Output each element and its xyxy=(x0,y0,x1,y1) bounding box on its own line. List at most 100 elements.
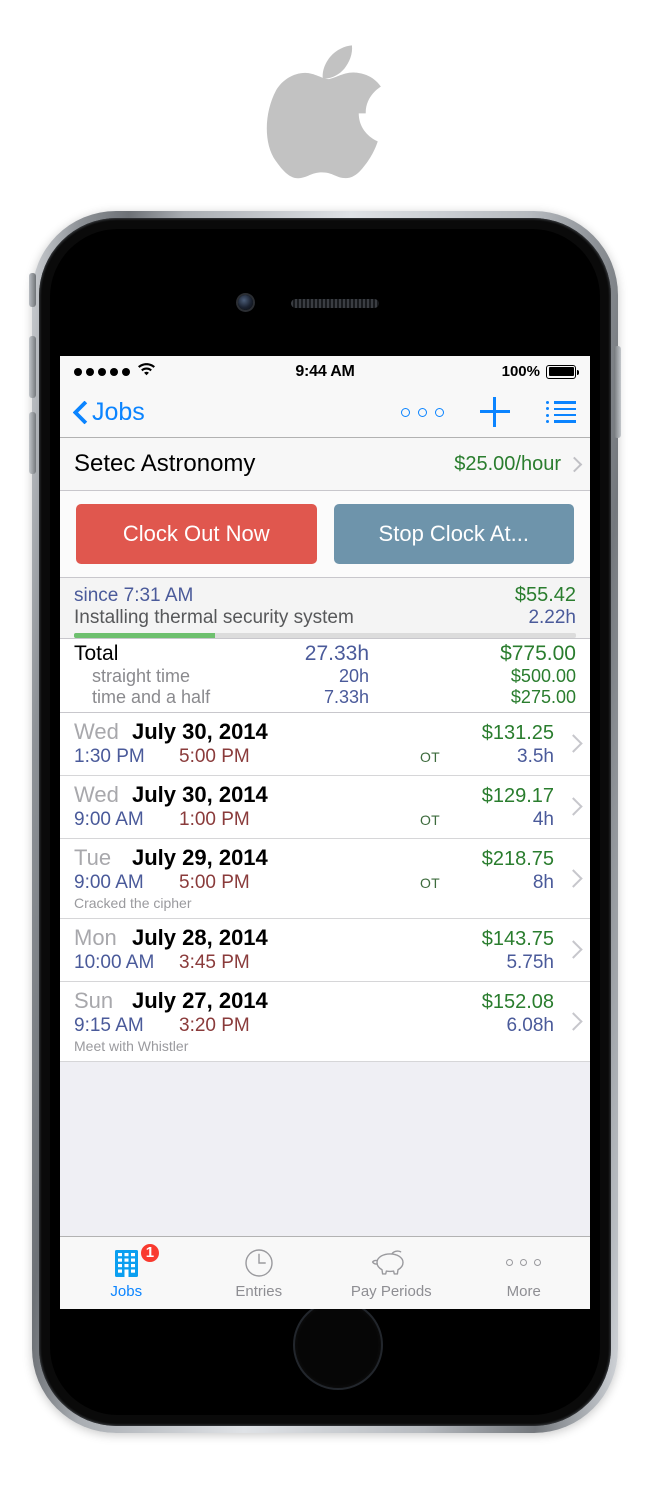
battery-icon xyxy=(546,364,579,379)
entry-content: Wed July 30, 2014 $129.17 9:00 AM 1:00 PM OT 4… xyxy=(74,782,554,831)
entry-content: Sun July 27, 2014 $152.08 9:15 AM 3:20 PM 6.0… xyxy=(74,988,554,1054)
job-hourly-rate: $25.00/hour xyxy=(454,452,561,475)
add-icon[interactable] xyxy=(480,397,510,427)
entry-day-of-week: Sun xyxy=(74,988,114,1013)
signal-strength-icon xyxy=(74,367,130,376)
totals-row-straight-time: straight time 20h $500.00 xyxy=(74,666,576,687)
active-entry-progress-bar xyxy=(74,633,576,638)
table-row[interactable]: Mon July 28, 2014 $143.75 10:00 AM 3:45 PM 5.… xyxy=(60,919,590,982)
totals-amount: $775.00 xyxy=(500,642,576,665)
status-bar-left xyxy=(74,362,156,381)
tab-entries[interactable]: Entries xyxy=(193,1237,326,1309)
entry-clock-out-time: 5:00 PM xyxy=(179,746,250,767)
chevron-right-icon xyxy=(564,797,583,816)
entry-day-of-week: Wed xyxy=(74,719,119,744)
entry-day-of-week: Mon xyxy=(74,925,117,950)
front-camera-icon xyxy=(238,295,253,310)
table-row[interactable]: Wed July 30, 2014 $129.17 9:00 AM 1:00 PM OT 4… xyxy=(60,776,590,839)
mute-switch[interactable] xyxy=(29,273,36,307)
job-header-row[interactable]: Setec Astronomy $25.00/hour xyxy=(60,438,590,491)
entry-hours: 4h xyxy=(532,809,554,830)
entry-clock-out-time: 5:00 PM xyxy=(179,872,250,893)
entry-note: Cracked the cipher xyxy=(74,895,192,911)
more-dots-icon xyxy=(506,1247,542,1279)
active-entry-hours: 2.22h xyxy=(528,607,576,628)
active-entry-row[interactable]: since 7:31 AM $55.42 Installing thermal … xyxy=(60,578,590,639)
entry-clock-in-time: 9:00 AM xyxy=(74,809,144,830)
entry-day-of-week: Wed xyxy=(74,782,119,807)
table-row[interactable]: Wed July 30, 2014 $131.25 1:30 PM 5:00 PM OT 3… xyxy=(60,713,590,776)
entry-clock-in-time: 10:00 AM xyxy=(74,952,155,973)
tab-label: Entries xyxy=(235,1282,283,1300)
table-row[interactable]: Tue July 29, 2014 $218.75 9:00 AM 5:00 PM OT 8… xyxy=(60,839,590,919)
entry-content: Tue July 29, 2014 $218.75 9:00 AM 5:00 PM OT 8… xyxy=(74,845,554,911)
tab-label: Pay Periods xyxy=(350,1282,432,1300)
more-dots-icon[interactable] xyxy=(401,407,444,417)
chevron-right-icon xyxy=(564,868,583,888)
tab-jobs[interactable]: 1 Jobs xyxy=(60,1237,193,1309)
nav-actions xyxy=(401,397,576,427)
back-button-label: Jobs xyxy=(92,397,145,426)
entry-clock-out-time: 1:00 PM xyxy=(179,809,250,830)
clock-out-now-button[interactable]: Clock Out Now xyxy=(76,504,317,564)
totals-amount: $500.00 xyxy=(510,666,576,686)
totals-amount: $275.00 xyxy=(510,687,576,707)
entry-date: July 29, 2014 xyxy=(132,845,268,870)
entry-date: July 30, 2014 xyxy=(132,719,268,744)
earpiece-speaker xyxy=(291,299,379,308)
entry-amount: $129.17 xyxy=(481,785,554,807)
screenshot-root: 9:44 AM 100% Jobs Setec Astronomy $25.00… xyxy=(0,0,650,1500)
power-button[interactable] xyxy=(614,346,621,438)
entry-day-of-week: Tue xyxy=(74,845,112,870)
battery-percent-label: 100% xyxy=(501,363,540,380)
entry-note: Meet with Whistler xyxy=(74,1038,189,1054)
entry-list: Wed July 30, 2014 $131.25 1:30 PM 5:00 PM OT 3… xyxy=(60,713,590,1062)
entry-amount: $218.75 xyxy=(481,848,554,870)
navigation-bar: Jobs xyxy=(60,387,590,438)
empty-list-area xyxy=(60,1062,590,1238)
volume-down-button[interactable] xyxy=(29,412,36,474)
entry-amount: $152.08 xyxy=(481,991,554,1013)
entry-hours: 8h xyxy=(532,872,554,893)
back-button[interactable]: Jobs xyxy=(74,398,145,427)
jobs-badge: 1 xyxy=(138,1241,162,1264)
totals-row-time-and-a-half: time and a half 7.33h $275.00 xyxy=(74,687,576,708)
tab-label: More xyxy=(506,1282,541,1300)
status-bar: 9:44 AM 100% xyxy=(60,356,590,387)
active-entry-since: since 7:31 AM xyxy=(74,585,194,606)
clock-icon xyxy=(244,1247,274,1279)
tab-more[interactable]: More xyxy=(458,1237,591,1309)
list-icon[interactable] xyxy=(546,401,576,423)
chevron-right-icon xyxy=(564,940,583,959)
tab-label: Jobs xyxy=(110,1282,143,1300)
entry-clock-in-time: 9:00 AM xyxy=(74,872,144,893)
entry-overtime-badge: OT xyxy=(419,875,440,891)
entry-date: July 30, 2014 xyxy=(132,782,268,807)
entry-clock-in-time: 1:30 PM xyxy=(74,746,145,767)
entry-date: July 27, 2014 xyxy=(132,988,268,1013)
totals-label: straight time xyxy=(92,666,191,686)
table-row[interactable]: Sun July 27, 2014 $152.08 9:15 AM 3:20 PM 6.0… xyxy=(60,982,590,1062)
entry-content: Wed July 30, 2014 $131.25 1:30 PM 5:00 PM OT 3… xyxy=(74,719,554,768)
entry-amount: $131.25 xyxy=(481,722,554,744)
entry-date: July 28, 2014 xyxy=(132,925,268,950)
tab-pay-periods[interactable]: Pay Periods xyxy=(325,1237,458,1309)
entry-hours: 5.75h xyxy=(506,952,554,973)
action-button-row: Clock Out Now Stop Clock At... xyxy=(60,491,590,578)
entry-clock-in-time: 9:15 AM xyxy=(74,1015,144,1036)
totals-label: time and a half xyxy=(92,687,211,707)
totals-row-total: Total 27.33h $775.00 xyxy=(74,642,576,666)
entry-overtime-badge: OT xyxy=(419,749,440,765)
chevron-right-icon xyxy=(564,1011,583,1031)
chevron-right-icon xyxy=(566,456,583,472)
job-name: Setec Astronomy xyxy=(74,450,256,477)
active-entry-note: Installing thermal security system xyxy=(74,607,354,628)
stop-clock-at-button[interactable]: Stop Clock At... xyxy=(333,504,574,564)
apple-logo xyxy=(255,40,395,180)
home-button[interactable] xyxy=(293,1300,383,1390)
totals-label: Total xyxy=(74,642,119,665)
chevron-left-icon xyxy=(74,401,87,423)
volume-up-button[interactable] xyxy=(29,336,36,398)
active-entry-amount: $55.42 xyxy=(514,584,576,606)
totals-section: Total 27.33h $775.00 straight time 20h $… xyxy=(60,639,590,713)
